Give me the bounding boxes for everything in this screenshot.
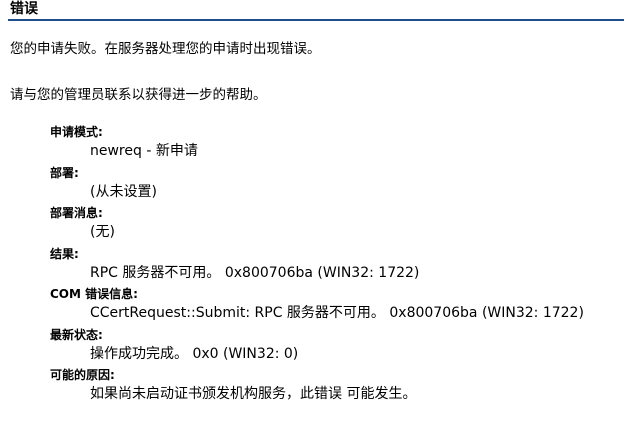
detail-label: 部署:	[50, 165, 79, 180]
detail-value: CCertRequest::Submit: RPC 服务器不可用。 0x8007…	[90, 305, 584, 321]
error-page: 错误 您的申请失败。在服务器处理您的申请时出现错误。 请与您的管理员联系以获得进…	[0, 0, 627, 421]
detail-row-disposition-message: 部署消息: (无)	[50, 205, 622, 246]
detail-value: (从未设置)	[90, 183, 157, 200]
detail-label: 结果:	[50, 246, 79, 261]
detail-label: COM 错误信息:	[50, 287, 138, 301]
help-message: 请与您的管理员联系以获得进一步的帮助。	[10, 87, 267, 103]
detail-row-com-error: COM 错误信息: CCertRequest::Submit: RPC 服务器不…	[50, 286, 622, 327]
page-title: 错误	[10, 1, 38, 17]
detail-label: 可能的原因:	[50, 368, 115, 382]
detail-value: newreq - 新申请	[90, 143, 198, 159]
error-message: 您的申请失败。在服务器处理您的申请时出现错误。	[10, 41, 321, 57]
detail-label: 申请模式:	[50, 125, 103, 139]
detail-label: 最新状态:	[50, 327, 103, 342]
detail-label: 部署消息:	[50, 206, 103, 220]
detail-value: (无)	[90, 224, 115, 240]
error-details: 申请模式: newreq - 新申请 部署: (从未设置) 部署消息: (无) …	[50, 124, 622, 408]
detail-row-result: 结果: RPC 服务器不可用。 0x800706ba (WIN32: 1722)	[50, 246, 622, 287]
detail-row-disposition: 部署: (从未设置)	[50, 165, 622, 206]
detail-value: 如果尚未启动证书颁发机构服务，此错误 可能发生。	[90, 386, 417, 402]
detail-row-request-mode: 申请模式: newreq - 新申请	[50, 124, 622, 165]
detail-value: RPC 服务器不可用。 0x800706ba (WIN32: 1722)	[90, 264, 420, 281]
title-bar: 错误	[8, 0, 624, 21]
detail-value: 操作成功完成。 0x0 (WIN32: 0)	[90, 345, 299, 362]
detail-row-last-status: 最新状态: 操作成功完成。 0x0 (WIN32: 0)	[50, 327, 622, 368]
detail-row-possible-cause: 可能的原因: 如果尚未启动证书颁发机构服务，此错误 可能发生。	[50, 367, 622, 408]
